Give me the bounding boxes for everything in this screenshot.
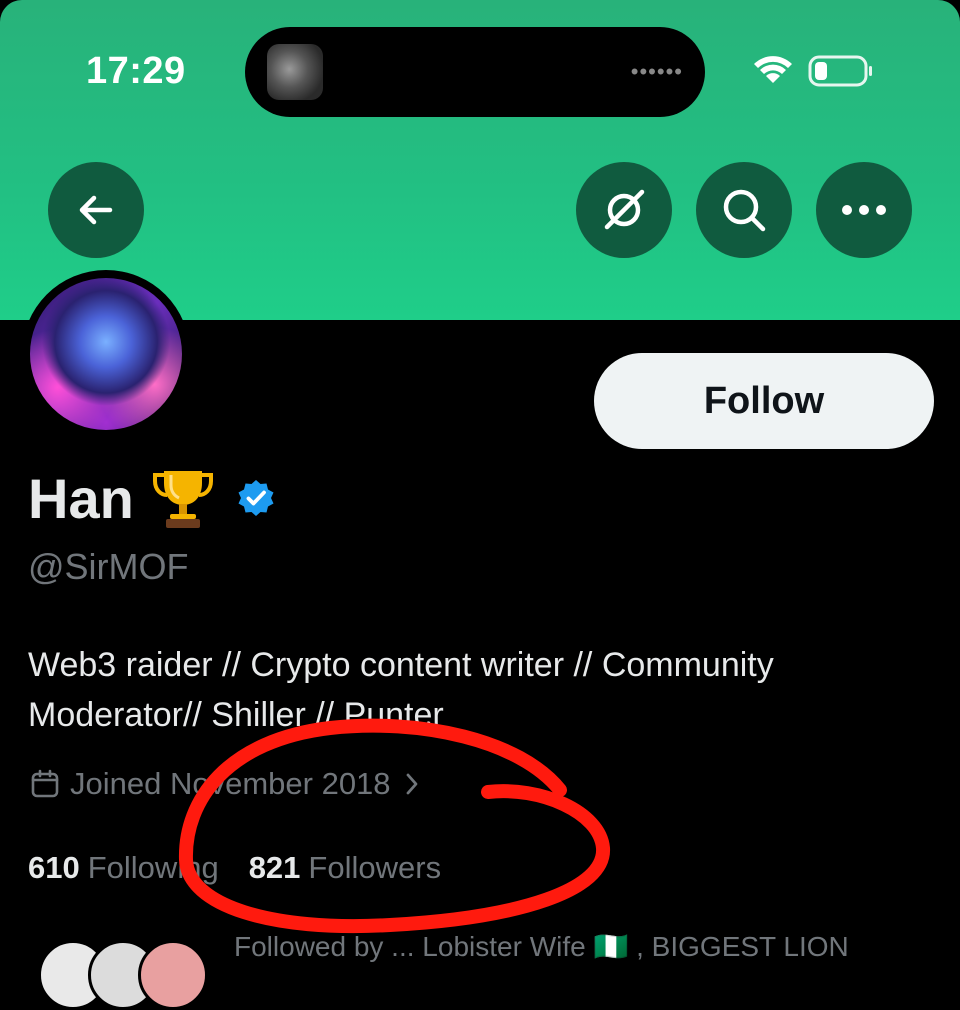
follow-button[interactable]: Follow	[594, 353, 934, 449]
island-dots: ••••••	[630, 59, 683, 84]
profile-avatar[interactable]	[22, 270, 190, 438]
mini-avatar	[138, 940, 208, 1010]
joined-date-row[interactable]: Joined November 2018	[30, 766, 419, 802]
calendar-icon	[31, 769, 59, 798]
display-name: Han	[28, 466, 134, 530]
profile-name-row: Han	[28, 465, 276, 531]
followed-by-text: Followed by ... Lobister Wife 🇳🇬 , BIGGE…	[234, 931, 849, 962]
arrow-left-icon	[79, 195, 113, 225]
followers-count: 821	[248, 850, 301, 885]
follow-stats: 610 Following 821 Followers	[28, 850, 441, 886]
search-button[interactable]	[696, 162, 792, 258]
battery-icon	[808, 55, 872, 87]
bio-line: Moderator// Shiller // Punter	[28, 696, 444, 734]
bio-line: Web3 raider // Crypto content writer // …	[28, 646, 774, 684]
wifi-icon	[754, 56, 792, 83]
dynamic-island: ••••••	[245, 27, 705, 117]
following-label: Following	[87, 850, 219, 885]
back-button[interactable]	[48, 162, 144, 258]
followed-by-avatars	[28, 930, 228, 1010]
followers-stat[interactable]: 821 Followers	[249, 850, 441, 886]
search-icon	[723, 189, 766, 232]
trophy-icon	[152, 471, 213, 528]
followers-label: Followers	[308, 850, 442, 885]
following-stat[interactable]: 610 Following	[28, 850, 219, 886]
chevron-right-icon	[406, 773, 417, 795]
grok-icon	[604, 189, 645, 230]
user-handle: @SirMOF	[28, 546, 189, 587]
status-time: 17:29	[86, 50, 186, 92]
following-count: 610	[28, 850, 80, 885]
followed-by-row[interactable]: Followed by ... Lobister Wife 🇳🇬 , BIGGE…	[28, 930, 958, 1010]
now-playing-thumbnail	[267, 44, 323, 100]
grok-button[interactable]	[576, 162, 672, 258]
avatar-image	[30, 278, 182, 430]
verified-badge-icon	[238, 480, 274, 516]
joined-text: Joined November 2018	[70, 766, 391, 801]
profile-bio: Web3 raider // Crypto content writer // …	[28, 640, 928, 740]
more-options-button[interactable]	[816, 162, 912, 258]
more-horizontal-icon	[842, 205, 886, 215]
